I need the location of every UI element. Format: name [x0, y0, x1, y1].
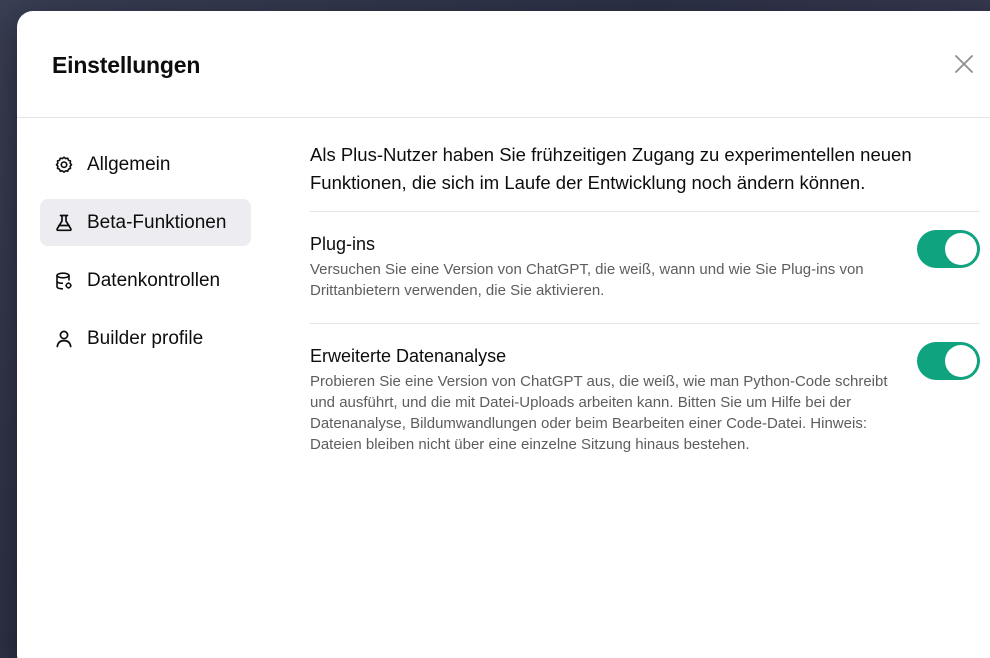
sidebar-item-beta-funktionen[interactable]: Beta-Funktionen [40, 199, 251, 246]
feature-advanced-data-analysis: Erweiterte Datenanalyse Probieren Sie ei… [310, 324, 980, 477]
sidebar-item-datenkontrollen[interactable]: Datenkontrollen [40, 257, 251, 304]
feature-plugins: Plug-ins Versuchen Sie eine Version von … [310, 212, 980, 324]
sidebar-item-label: Allgemein [87, 153, 171, 175]
toggle-knob [945, 233, 977, 265]
settings-sidebar: Allgemein Beta-Funktionen Datenkontrolle… [40, 141, 251, 373]
modal-title: Einstellungen [52, 52, 201, 78]
intro-text: Als Plus-Nutzer haben Sie frühzeitigen Z… [310, 141, 980, 212]
modal-header: Einstellungen [17, 11, 990, 118]
plugins-toggle[interactable] [917, 230, 980, 268]
sidebar-item-label: Builder profile [87, 327, 204, 349]
sidebar-item-label: Beta-Funktionen [87, 211, 227, 233]
close-button[interactable] [949, 49, 979, 79]
sidebar-item-label: Datenkontrollen [87, 269, 221, 291]
settings-modal: Einstellungen Allgemein Beta-Funktionen … [17, 11, 990, 658]
flask-icon [54, 213, 74, 233]
gear-icon [54, 155, 74, 175]
feature-title: Erweiterte Datenanalyse [310, 346, 507, 366]
feature-title: Plug-ins [310, 234, 376, 254]
user-icon [54, 329, 74, 349]
database-icon [54, 271, 74, 291]
settings-content: Als Plus-Nutzer haben Sie frühzeitigen Z… [310, 141, 980, 477]
sidebar-item-builder-profile[interactable]: Builder profile [40, 315, 251, 362]
feature-description: Versuchen Sie eine Version von ChatGPT, … [310, 261, 864, 299]
sidebar-item-allgemein[interactable]: Allgemein [40, 141, 251, 188]
close-icon [955, 55, 973, 73]
feature-description: Probieren Sie eine Version von ChatGPT a… [310, 373, 888, 453]
toggle-knob [945, 345, 977, 377]
advanced-data-analysis-toggle[interactable] [917, 342, 980, 380]
